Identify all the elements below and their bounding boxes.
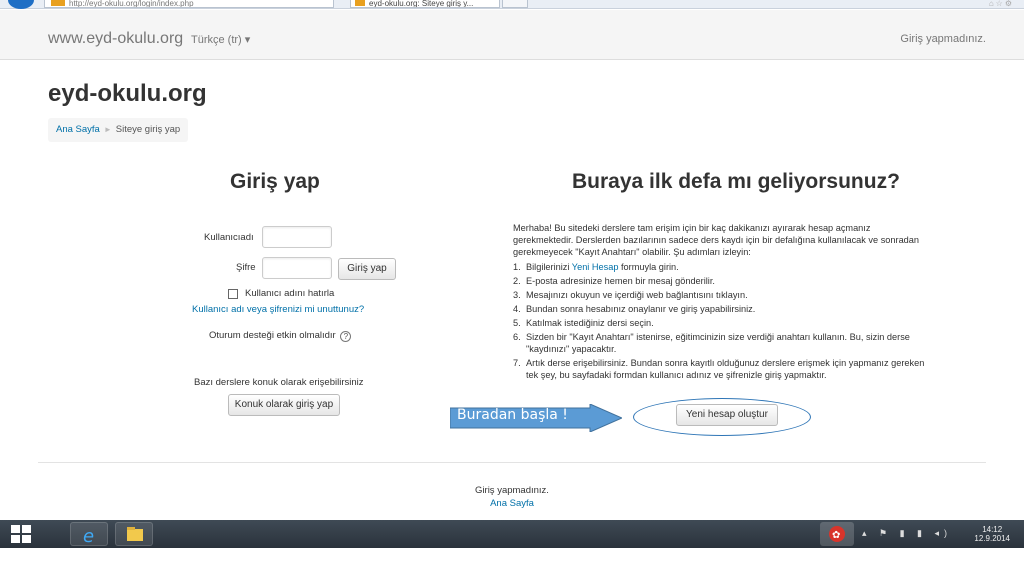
guest-login-button[interactable]: Konuk olarak giriş yap — [228, 394, 340, 416]
remember-checkbox[interactable] — [228, 289, 238, 299]
step-text: Katılmak istediğiniz dersi seçin. — [526, 318, 654, 328]
step-number: 2. — [513, 276, 521, 286]
remember-label: Kullanıcı adını hatırla — [245, 288, 335, 299]
windows-taskbar: e ✿ ▴ ⚑ ▮ ▮ ◂) 14:12 12.9.2014 — [0, 520, 1024, 548]
step-text-after: formuyla girin. — [618, 262, 679, 272]
callout-text: Buradan başla ! — [457, 407, 568, 423]
step-number: 6. — [513, 332, 521, 342]
login-status: Giriş yapmadınız. — [900, 33, 986, 45]
footer-divider — [38, 462, 986, 463]
signup-steps: 1. Bilgilerinizi Yeni Hesap formuyla giri… — [513, 261, 933, 383]
start-here-callout: Buradan başla ! — [450, 404, 622, 432]
top-navbar: www.eyd-okulu.org Türkçe (tr) ▾ Giriş ya… — [0, 10, 1024, 60]
cookies-note: Oturum desteği etkin olmalıdır ? — [209, 330, 352, 342]
screen: http://eyd-okulu.org/login/index.php eyd… — [0, 0, 1024, 576]
signup-step: 4. Bundan sonra hesabınız onaylanır ve gi… — [513, 303, 933, 315]
svg-text:✿: ✿ — [832, 530, 840, 541]
clock-date: 12.9.2014 — [974, 534, 1010, 543]
tab-title: eyd-okulu.org: Siteye giriş y... — [369, 0, 474, 8]
cookies-note-text: Oturum desteği etkin olmalıdır — [209, 330, 336, 341]
step-number: 1. — [513, 262, 521, 272]
breadcrumb-separator-icon: ► — [103, 125, 112, 134]
step-number: 3. — [513, 290, 521, 300]
step-text: E-posta adresinize hemen bir mesaj gönde… — [526, 276, 715, 286]
step-text: Sizden bir "Kayıt Anahtarı" istenirse, e… — [526, 332, 910, 354]
login-heading: Giriş yap — [230, 170, 320, 193]
page-title: eyd-okulu.org — [48, 80, 207, 107]
window-controls-icon[interactable]: ⌂☆⚙ — [989, 0, 1014, 8]
password-input[interactable] — [262, 257, 332, 279]
breadcrumb-home[interactable]: Ana Sayfa — [56, 124, 100, 135]
running-app-icon[interactable]: ✿ — [820, 522, 854, 546]
back-button[interactable] — [8, 0, 34, 9]
username-label: Kullanıcıadı — [204, 232, 254, 243]
step-number: 5. — [513, 318, 521, 328]
internet-explorer-icon[interactable]: e — [70, 522, 108, 547]
password-label: Şifre — [236, 262, 256, 273]
windows-start-icon[interactable] — [10, 524, 32, 544]
step-number: 7. — [513, 358, 521, 368]
signup-step: 7. Artık derse erişebilirsiniz. Bundan so… — [513, 357, 933, 381]
taskbar-clock[interactable]: 14:12 12.9.2014 — [974, 525, 1010, 543]
new-account-link[interactable]: Yeni Hesap — [572, 262, 619, 272]
step-text: Bilgilerinizi — [526, 262, 572, 272]
highlight-oval — [633, 398, 811, 436]
system-tray-icon[interactable]: ▴ ⚑ ▮ ▮ ◂) — [862, 528, 952, 539]
help-icon[interactable]: ? — [340, 331, 352, 342]
browser-toolbar: http://eyd-okulu.org/login/index.php eyd… — [0, 0, 1024, 9]
signup-step: 2. E-posta adresinize hemen bir mesaj gön… — [513, 275, 933, 287]
step-text: Artık derse erişebilirsiniz. Bundan sonr… — [526, 358, 925, 380]
address-text: http://eyd-okulu.org/login/index.php — [69, 0, 194, 8]
blank-margin — [0, 548, 1024, 576]
browser-tab[interactable]: eyd-okulu.org: Siteye giriş y... — [350, 0, 500, 8]
step-text: Bundan sonra hesabınız onaylanır ve giri… — [526, 304, 756, 314]
login-button[interactable]: Giriş yap — [338, 258, 396, 280]
language-menu[interactable]: Türkçe (tr) ▾ — [191, 33, 250, 46]
brand-link[interactable]: www.eyd-okulu.org — [48, 30, 183, 48]
file-explorer-icon[interactable] — [115, 522, 153, 546]
breadcrumb: Ana Sayfa ► Siteye giriş yap — [48, 118, 189, 142]
signup-intro: Merhaba! Bu sitedeki derslere tam erişim… — [513, 223, 920, 257]
signup-step: 5. Katılmak istediğiniz dersi seçin. — [513, 317, 933, 329]
signup-step: 6. Sizden bir "Kayıt Anahtarı" istenirse,… — [513, 331, 933, 355]
address-bar[interactable]: http://eyd-okulu.org/login/index.php — [44, 0, 334, 8]
guest-note: Bazı derslere konuk olarak erişebilirsin… — [194, 377, 364, 388]
footer-home-link[interactable]: Ana Sayfa — [0, 498, 1024, 509]
username-input[interactable] — [262, 226, 332, 248]
signup-step: 3. Mesajınızı okuyun ve içerdiği web bağl… — [513, 289, 933, 301]
step-text: Mesajınızı okuyun ve içerdiği web bağlan… — [526, 290, 748, 300]
new-tab-button[interactable] — [502, 0, 528, 8]
forgot-password-link[interactable]: Kullanıcı adı veya şifrenizi mi unuttunu… — [192, 304, 364, 315]
footer-login-status: Giriş yapmadınız. — [475, 485, 549, 496]
site-favicon-icon — [51, 0, 65, 6]
signup-step: 1. Bilgilerinizi Yeni Hesap formuyla giri… — [513, 261, 933, 273]
svg-text:e: e — [83, 526, 94, 547]
step-number: 4. — [513, 304, 521, 314]
signup-heading: Buraya ilk defa mı geliyorsunuz? — [572, 170, 900, 193]
breadcrumb-current: Siteye giriş yap — [115, 124, 181, 135]
clock-time: 14:12 — [982, 525, 1003, 534]
tab-favicon-icon — [355, 0, 365, 6]
